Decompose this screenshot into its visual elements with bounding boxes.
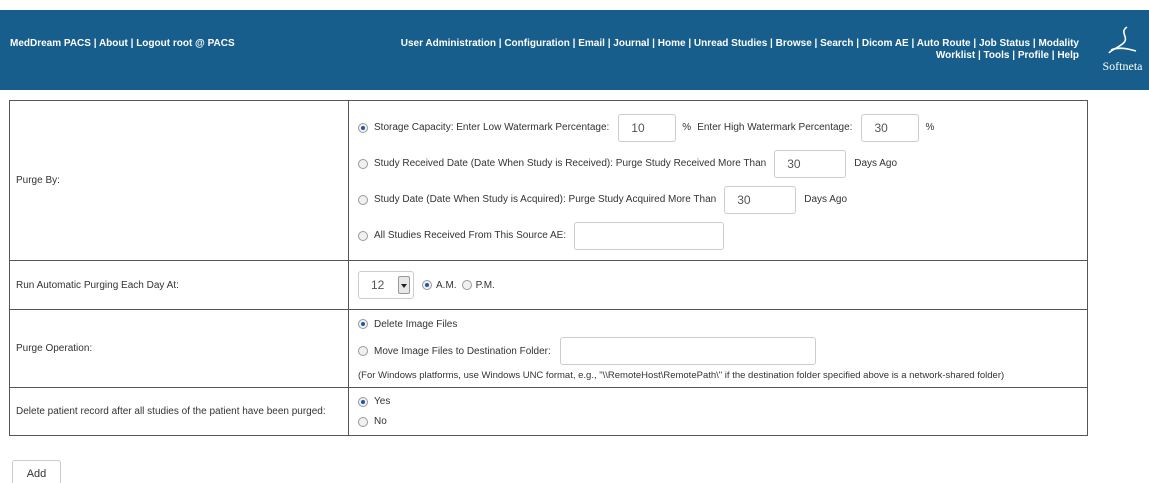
- received-days-ago-label: Days Ago: [854, 158, 898, 169]
- nav-job-status[interactable]: Job Status: [979, 38, 1030, 49]
- acquired-days-ago-label: Days Ago: [804, 194, 848, 205]
- delete-patient-no-label: No: [374, 416, 387, 427]
- nav-user-administration[interactable]: User Administration: [401, 38, 496, 49]
- logout-link[interactable]: Logout root @ PACS: [136, 38, 234, 49]
- nav-browse[interactable]: Browse: [776, 38, 812, 49]
- schedule-label: Run Automatic Purging Each Day At:: [9, 260, 349, 310]
- low-watermark-percent: %: [682, 122, 692, 133]
- pm-radio[interactable]: [461, 280, 472, 290]
- nav-configuration[interactable]: Configuration: [504, 38, 570, 49]
- study-received-date-label: Study Received Date (Date When Study is …: [374, 158, 767, 169]
- softneta-logo-icon: [1107, 26, 1136, 54]
- delete-patient-row: Delete patient record after all studies …: [9, 387, 1088, 436]
- delete-patient-no-radio[interactable]: [358, 416, 368, 427]
- softneta-logo: Softneta: [1096, 24, 1149, 84]
- purge-operation-controls: Delete Image Files Move Image Files to D…: [348, 309, 1088, 388]
- move-image-files-label: Move Image Files to Destination Folder:: [374, 345, 551, 357]
- am-label: A.M.: [436, 279, 457, 291]
- delete-image-files-radio[interactable]: [358, 319, 368, 329]
- top-header: MedDream PACS | About | Logout root @ PA…: [0, 10, 1149, 90]
- study-date-radio[interactable]: [358, 194, 368, 205]
- high-watermark-percent: %: [925, 122, 935, 133]
- delete-image-files-label: Delete Image Files: [374, 318, 458, 330]
- delete-patient-controls: Yes No: [348, 387, 1088, 436]
- source-ae-input[interactable]: [574, 221, 725, 250]
- study-date-label: Study Date (Date When Study is Acquired)…: [374, 194, 717, 205]
- delete-patient-yes-label: Yes: [374, 396, 391, 407]
- schedule-controls: 12 A.M. P.M.: [348, 260, 1088, 310]
- purge-by-row: Purge By: Storage Capacity: Enter Low Wa…: [9, 100, 1088, 261]
- received-days-input[interactable]: 30: [774, 149, 847, 178]
- header-left-links: MedDream PACS | About | Logout root @ PA…: [10, 38, 235, 49]
- nav-dicom-ae[interactable]: Dicom AE: [862, 38, 909, 49]
- main-nav: User Administration | Configuration | Em…: [400, 38, 1079, 61]
- hour-select[interactable]: 12: [358, 271, 414, 299]
- storage-capacity-radio[interactable]: [358, 122, 368, 133]
- nav-home[interactable]: Home: [658, 38, 686, 49]
- brand-link[interactable]: MedDream PACS: [10, 38, 91, 49]
- delete-patient-yes-radio[interactable]: [358, 396, 368, 407]
- move-image-files-radio[interactable]: [358, 346, 368, 356]
- destination-folder-input[interactable]: [559, 337, 816, 365]
- purge-by-label: Purge By:: [9, 100, 349, 261]
- logo-text: Softneta: [1102, 59, 1143, 73]
- nav-profile[interactable]: Profile: [1018, 50, 1049, 61]
- purge-operation-label: Purge Operation:: [9, 309, 349, 388]
- purge-operation-row: Purge Operation: Delete Image Files Move…: [9, 309, 1088, 388]
- unc-format-note: (For Windows platforms, use Windows UNC …: [358, 369, 1005, 381]
- purge-by-controls: Storage Capacity: Enter Low Watermark Pe…: [348, 100, 1088, 261]
- about-link[interactable]: About: [99, 38, 128, 49]
- hour-select-value: 12: [371, 278, 385, 292]
- nav-auto-route[interactable]: Auto Route: [917, 38, 971, 49]
- add-button[interactable]: Add: [12, 460, 61, 483]
- storage-capacity-label: Storage Capacity: Enter Low Watermark Pe…: [374, 122, 610, 133]
- purge-settings-table: Purge By: Storage Capacity: Enter Low Wa…: [9, 100, 1088, 436]
- study-received-date-radio[interactable]: [358, 158, 368, 169]
- nav-tools[interactable]: Tools: [984, 50, 1010, 61]
- source-ae-radio[interactable]: [358, 230, 368, 241]
- chevron-down-icon[interactable]: [398, 276, 410, 294]
- high-watermark-label: Enter High Watermark Percentage:: [697, 122, 853, 133]
- pm-label: P.M.: [475, 279, 495, 291]
- nav-email[interactable]: Email: [578, 38, 605, 49]
- nav-unread-studies[interactable]: Unread Studies: [694, 38, 767, 49]
- high-watermark-input[interactable]: 30: [861, 113, 920, 142]
- delete-patient-label: Delete patient record after all studies …: [9, 387, 349, 436]
- low-watermark-input[interactable]: 10: [618, 113, 677, 142]
- schedule-row: Run Automatic Purging Each Day At: 12 A.…: [9, 260, 1088, 310]
- nav-journal[interactable]: Journal: [613, 38, 649, 49]
- nav-search[interactable]: Search: [820, 38, 853, 49]
- am-radio[interactable]: [422, 280, 432, 290]
- nav-help[interactable]: Help: [1057, 50, 1079, 61]
- acquired-days-input[interactable]: 30: [724, 185, 797, 214]
- source-ae-label: All Studies Received From This Source AE…: [374, 230, 567, 241]
